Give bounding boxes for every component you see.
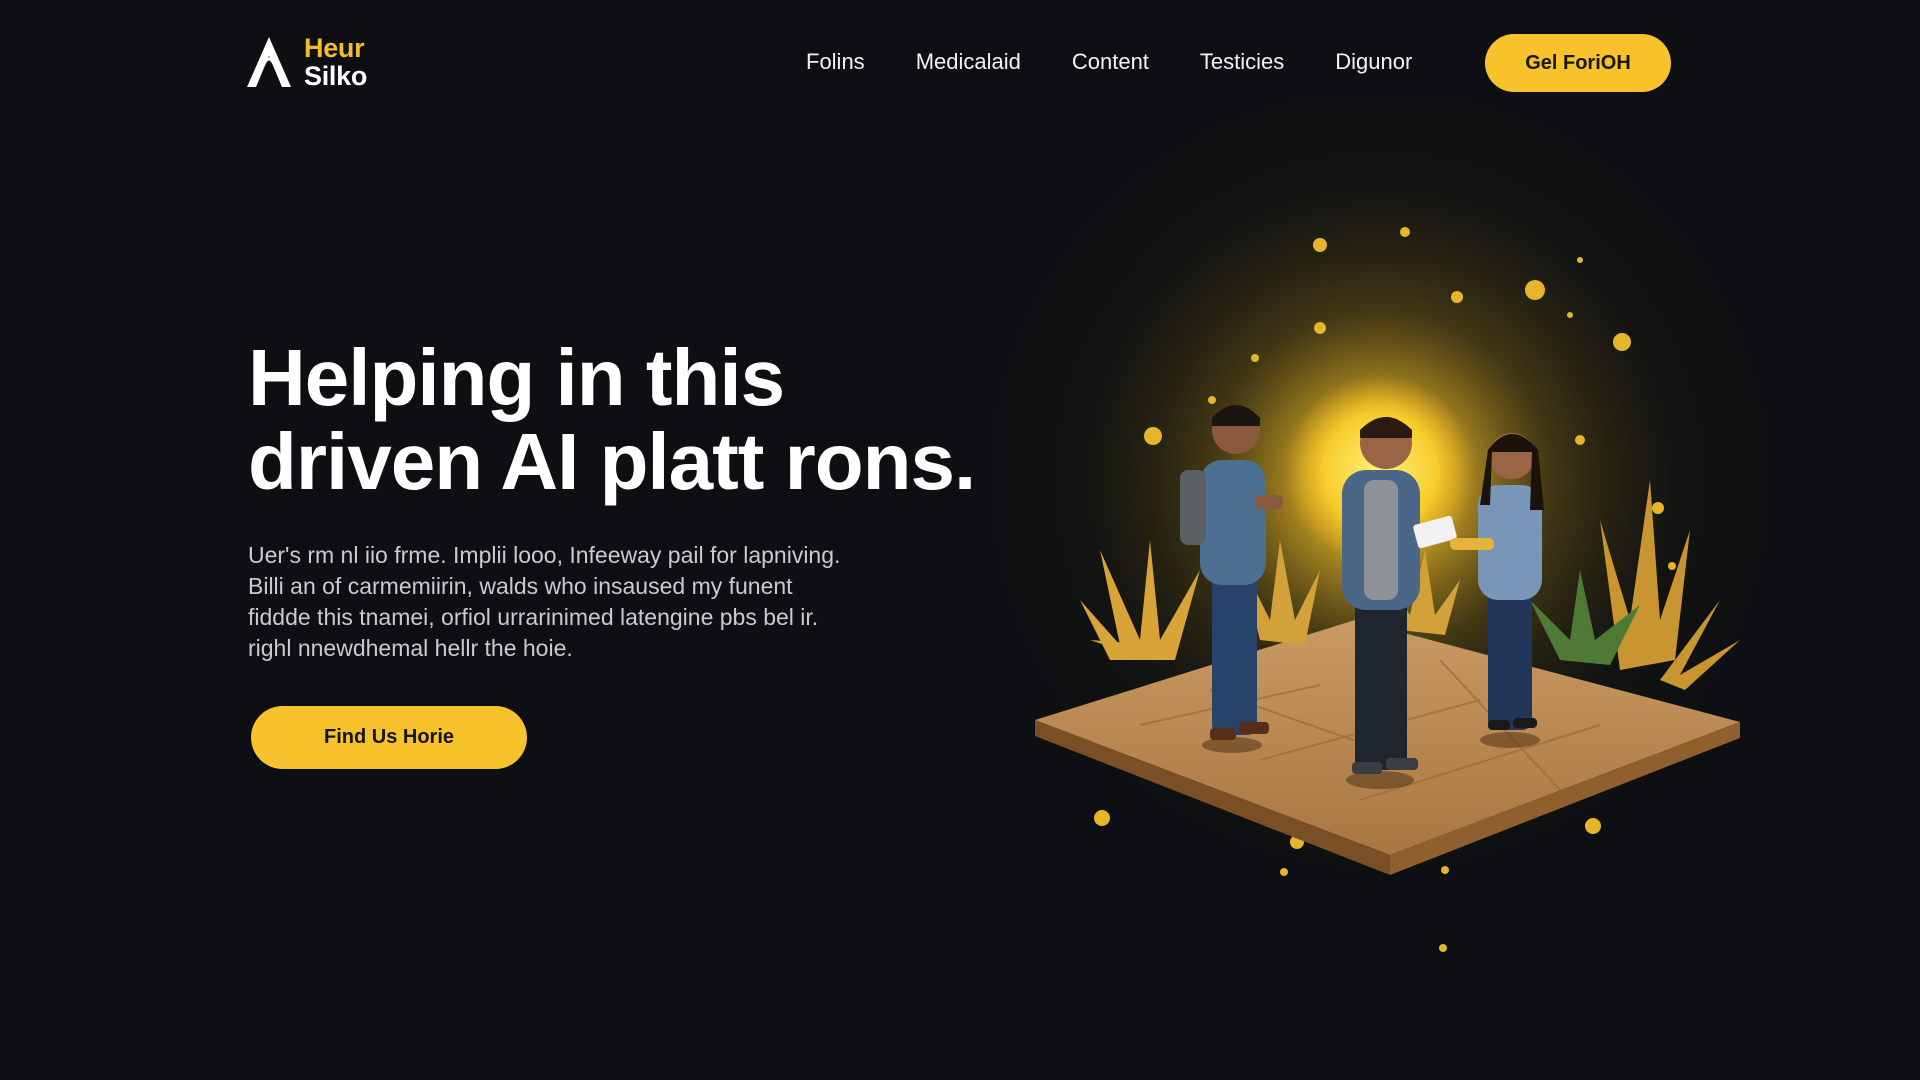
hero-description-line: righl nnewdhemal hellr the hoie. [248, 635, 573, 661]
hero-title: Helping in this driven AI platt rons. [248, 333, 976, 506]
nav-item-testicies[interactable]: Testicies [1200, 46, 1284, 78]
nav-item-digunor[interactable]: Digunor [1335, 46, 1412, 78]
brand-name: Heur Silko [304, 34, 367, 90]
brand-name-line1: Heur [304, 33, 365, 63]
landing-page: Heur Silko Folins Medicalaid Content Tes… [0, 0, 1920, 1080]
nav-item-folins[interactable]: Folins [806, 46, 865, 78]
brand-name-line2: Silko [304, 61, 368, 91]
hero-description-line: Uer's rm nl iio frme. Implii looo, Infee… [248, 542, 841, 568]
hero-description-line: Billi an of carmemiirin, walds who insau… [248, 573, 793, 599]
nav-item-medicalaid[interactable]: Medicalaid [916, 46, 1021, 78]
nav-item-content[interactable]: Content [1072, 46, 1149, 78]
hero-title-line2: driven AI platt rons. [248, 417, 976, 506]
header-cta-button[interactable]: Gel ForiOH [1485, 34, 1671, 92]
main-nav: Folins Medicalaid Content Testicies Digu… [806, 46, 1412, 78]
brand-logo[interactable]: Heur Silko [244, 34, 367, 90]
find-us-button[interactable]: Find Us Horie [251, 706, 527, 769]
hero-illustration [960, 100, 1920, 1060]
hero-illustration-art [960, 100, 1800, 952]
hero-description-line: fiddde this tnamei, orfiol urrarinimed l… [248, 604, 819, 630]
hero-description: Uer's rm nl iio frme. Implii looo, Infee… [248, 540, 840, 664]
stylized-a-logo-icon [247, 37, 291, 87]
hero-title-line1: Helping in this [248, 333, 785, 422]
